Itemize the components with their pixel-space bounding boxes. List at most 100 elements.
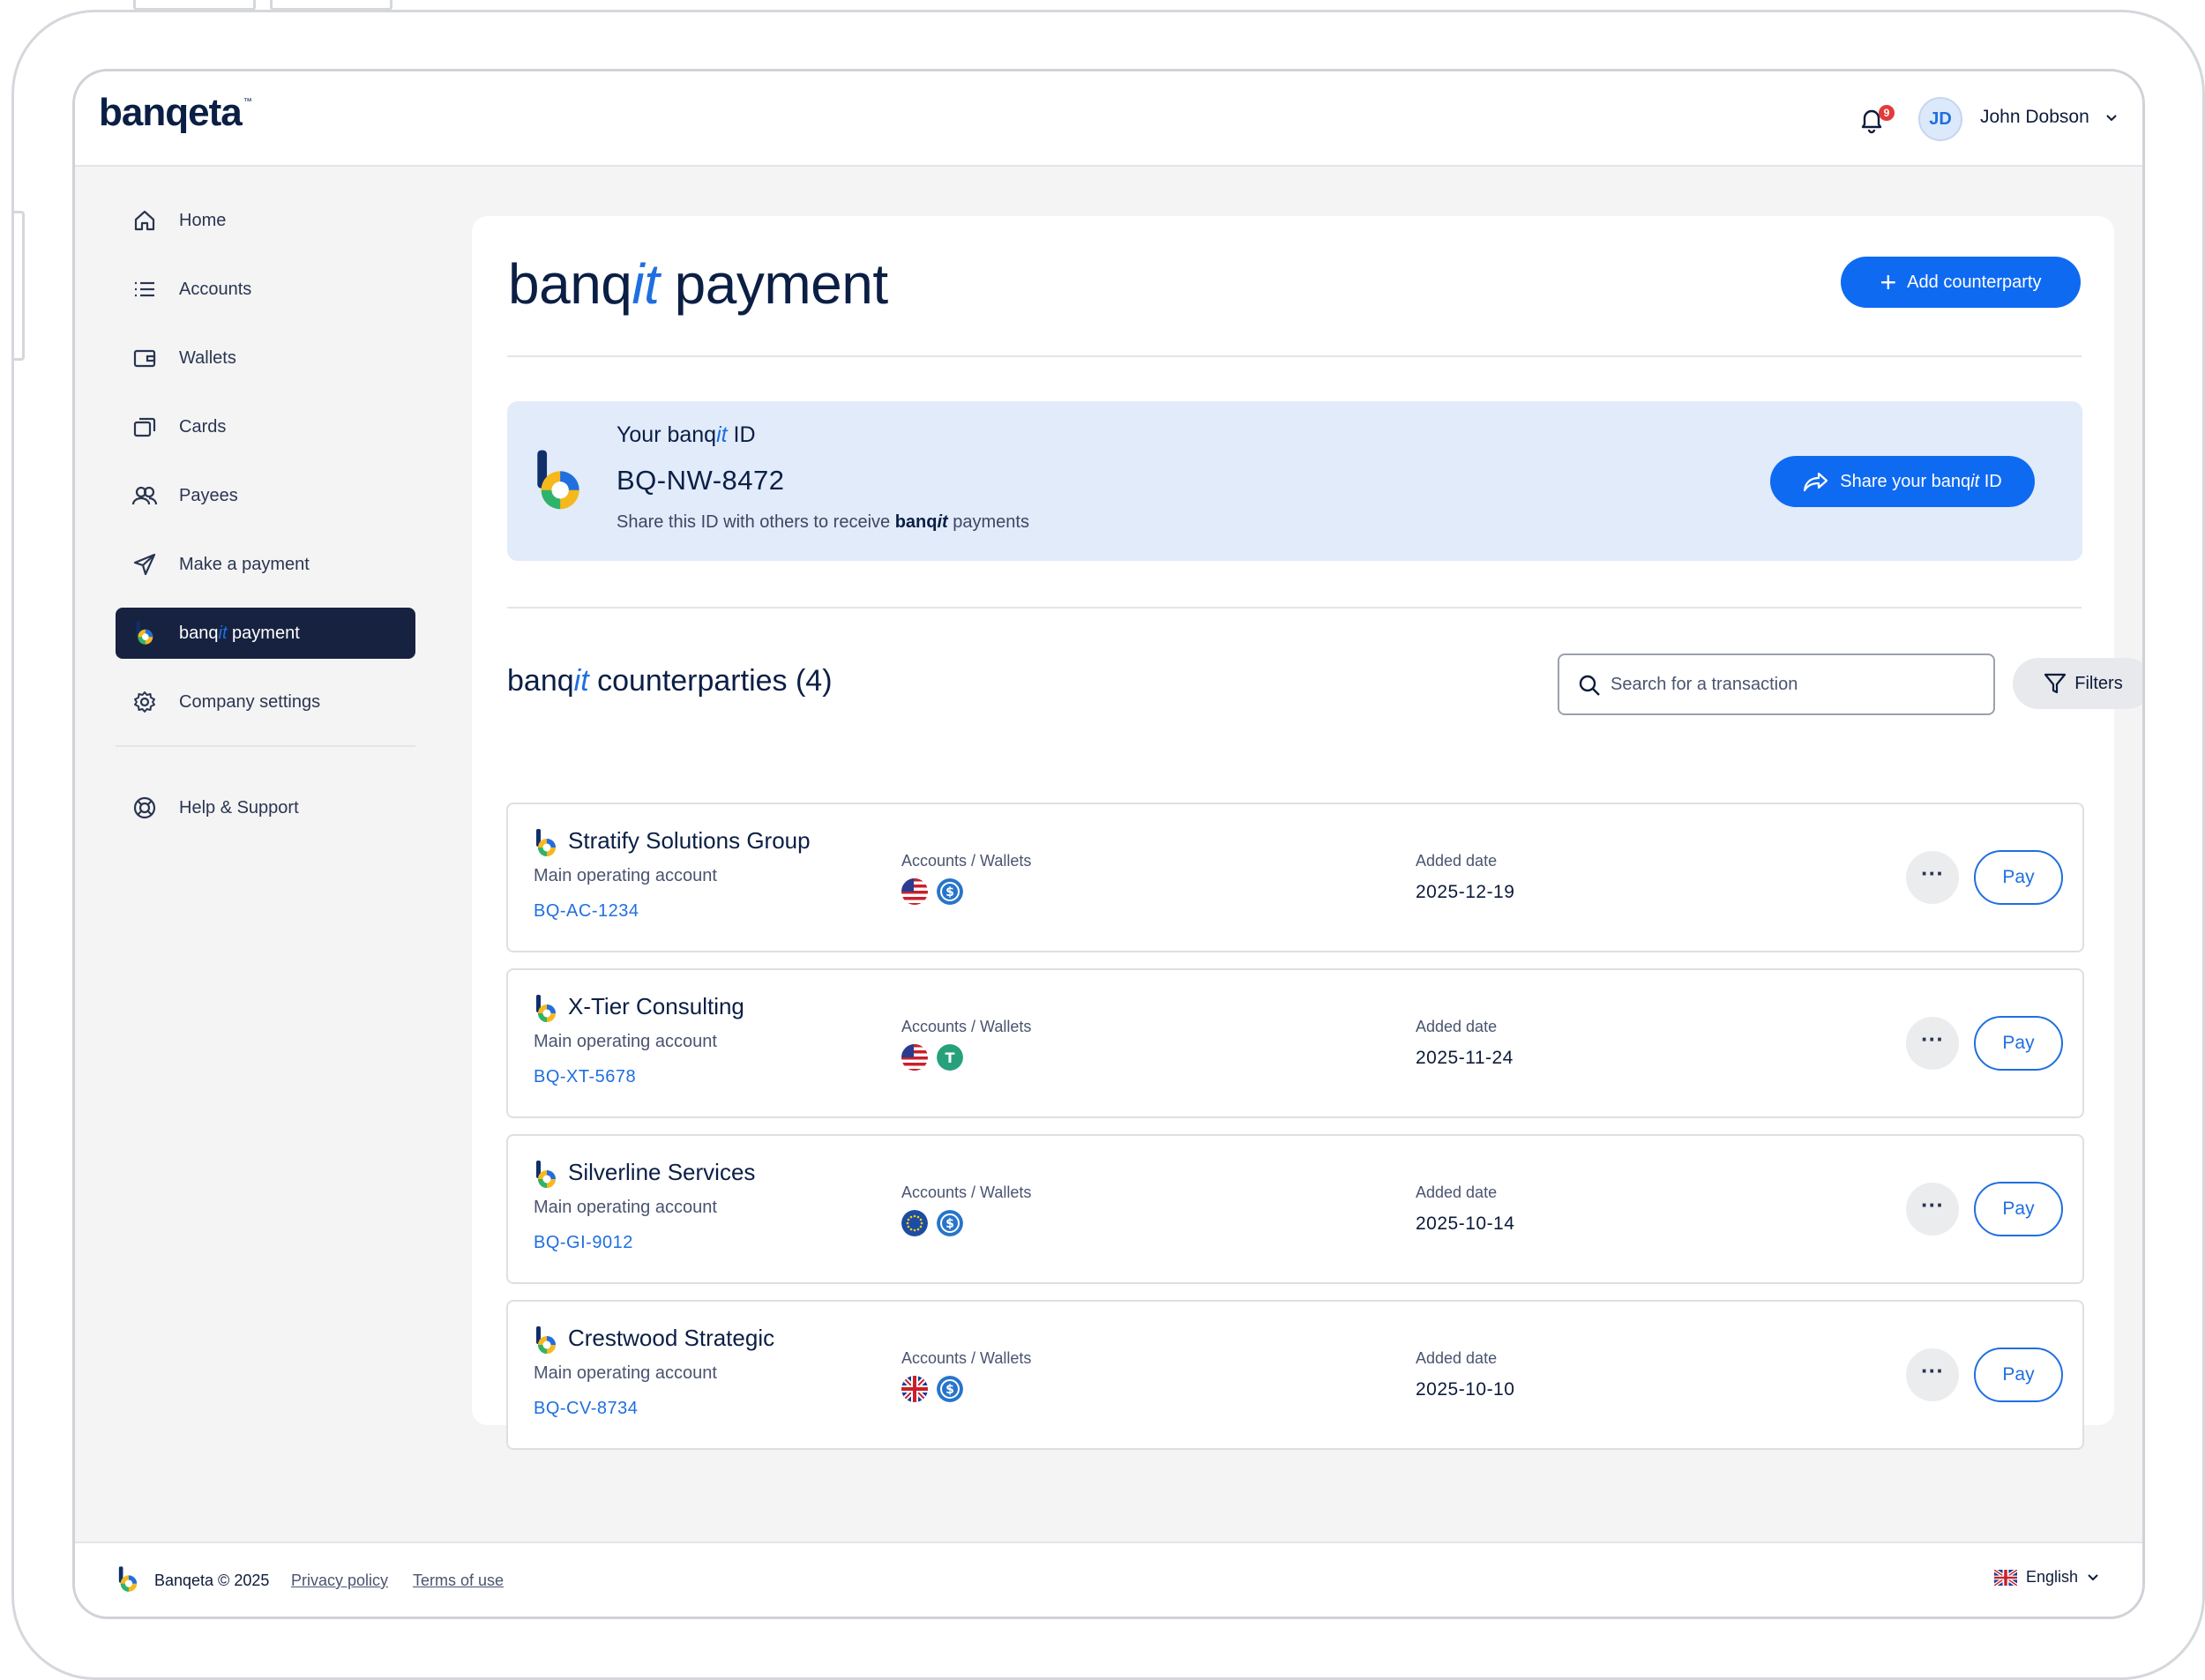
label-part: banq — [179, 623, 219, 643]
sidebar-item-cards[interactable]: Cards — [116, 401, 415, 452]
help-part: payments — [947, 512, 1029, 532]
app-window: banqeta ™ 9 JD John Dobson Home Accounts — [72, 69, 2145, 1619]
counterparty-code[interactable]: BQ-GI-9012 — [534, 1233, 633, 1253]
uk-flag-icon — [901, 1376, 928, 1402]
added-date-label: Added date — [1416, 1018, 1498, 1035]
label-part: ID — [1979, 471, 2002, 491]
gear-icon — [131, 689, 158, 715]
plus-icon: + — [1880, 266, 1897, 298]
counterparty-code[interactable]: BQ-XT-5678 — [534, 1067, 636, 1087]
device-side-button — [14, 211, 25, 361]
sidebar-item-company-settings[interactable]: Company settings — [116, 676, 415, 728]
users-icon — [131, 482, 158, 509]
sidebar: Home Accounts Wallets Cards Payees Make … — [116, 195, 415, 851]
search-box — [1558, 653, 1995, 715]
banqit-logo-icon — [534, 1326, 557, 1355]
tether-icon — [937, 1044, 963, 1071]
help-part: Share this ID with others to receive — [617, 512, 895, 532]
add-counterparty-button[interactable]: + Add counterparty — [1841, 257, 2081, 308]
id-help-text: Share this ID with others to receive ban… — [617, 512, 1029, 533]
more-options-button[interactable]: ··· — [1906, 851, 1959, 904]
copyright: Banqeta © 2025 — [154, 1572, 270, 1589]
list-icon — [131, 276, 158, 302]
banqit-logo-icon — [131, 620, 158, 646]
device-top-button — [133, 0, 256, 11]
account-type: Main operating account — [534, 1032, 717, 1051]
usd-coin-icon — [937, 1210, 963, 1236]
us-flag-icon — [901, 878, 928, 905]
sidebar-item-make-payment[interactable]: Make a payment — [116, 539, 415, 590]
device-top-button — [270, 0, 392, 11]
title-part-italic: it — [573, 664, 589, 698]
pay-button[interactable]: Pay — [1974, 1348, 2063, 1402]
more-options-button[interactable]: ··· — [1906, 1183, 1959, 1236]
sidebar-item-label: Accounts — [179, 279, 252, 299]
accounts-wallets-label: Accounts / Wallets — [901, 1349, 1032, 1367]
banqit-id-value: BQ-NW-8472 — [617, 465, 785, 496]
sidebar-item-label: Make a payment — [179, 554, 310, 574]
logo-trademark: ™ — [243, 97, 252, 107]
help-part: banq — [894, 512, 938, 532]
label-part: ID — [727, 422, 756, 447]
sidebar-divider — [116, 745, 415, 747]
banqit-logo-icon — [534, 1161, 557, 1189]
sidebar-item-home[interactable]: Home — [116, 195, 415, 246]
currency-list — [901, 1044, 972, 1071]
terms-of-use-link[interactable]: Terms of use — [413, 1572, 504, 1590]
banqit-logo-icon — [534, 995, 557, 1023]
counterparty-name: Silverline Services — [568, 1159, 756, 1185]
divider — [507, 607, 2082, 609]
title-part: counterparties (4) — [588, 664, 833, 698]
language-selector[interactable]: English — [1994, 1568, 2099, 1587]
sidebar-item-banqit-payment[interactable]: banqit payment — [116, 608, 415, 659]
banqeta-logo[interactable]: banqeta ™ — [99, 91, 252, 135]
share-banqit-id-button[interactable]: Share your banqit ID — [1770, 456, 2035, 507]
us-flag-icon — [901, 1044, 928, 1071]
avatar[interactable]: JD — [1918, 97, 1962, 141]
banqit-logo-icon — [534, 829, 557, 857]
footer: Banqeta © 2025 Privacy policy Terms of u… — [75, 1542, 2142, 1617]
title-part: banq — [508, 252, 632, 316]
sidebar-item-label: Help & Support — [179, 797, 299, 818]
pay-button[interactable]: Pay — [1974, 850, 2063, 905]
added-date-label: Added date — [1416, 1349, 1498, 1367]
filter-icon — [2044, 673, 2067, 694]
banqit-logo-icon — [117, 1566, 138, 1593]
sidebar-item-accounts[interactable]: Accounts — [116, 264, 415, 315]
label-part-italic: it — [716, 422, 728, 447]
usd-coin-icon — [937, 1376, 963, 1402]
counterparty-name: X-Tier Consulting — [568, 993, 744, 1019]
user-name[interactable]: John Dobson — [1980, 107, 2089, 128]
pay-button[interactable]: Pay — [1974, 1016, 2063, 1071]
filters-button[interactable]: Filters — [2013, 658, 2142, 709]
sidebar-item-help-support[interactable]: Help & Support — [116, 782, 415, 833]
more-options-button[interactable]: ··· — [1906, 1348, 1959, 1401]
top-bar: banqeta ™ 9 JD John Dobson — [75, 71, 2142, 167]
title-part: payment — [659, 252, 888, 316]
help-part-italic: it — [937, 512, 948, 532]
lifebuoy-icon — [131, 795, 158, 821]
counterparty-code[interactable]: BQ-AC-1234 — [534, 901, 639, 922]
more-options-button[interactable]: ··· — [1906, 1017, 1959, 1070]
sidebar-item-payees[interactable]: Payees — [116, 470, 415, 521]
pay-button[interactable]: Pay — [1974, 1182, 2063, 1236]
search-input[interactable] — [1611, 664, 1981, 705]
privacy-policy-link[interactable]: Privacy policy — [291, 1572, 388, 1590]
account-type: Main operating account — [534, 1198, 717, 1217]
account-type: Main operating account — [534, 866, 717, 885]
sidebar-item-wallets[interactable]: Wallets — [116, 332, 415, 384]
title-part: banq — [507, 664, 574, 698]
banqit-id-card: Your banqit ID BQ-NW-8472 Share this ID … — [507, 401, 2082, 561]
counterparties-title: banqit counterparties (4) — [507, 664, 833, 698]
counterparty-name: Stratify Solutions Group — [568, 827, 811, 854]
counterparty-code[interactable]: BQ-CV-8734 — [534, 1399, 638, 1419]
title-part-italic: it — [632, 252, 660, 316]
filters-label: Filters — [2074, 673, 2123, 693]
label-part-italic: it — [1970, 471, 1980, 491]
sidebar-item-label: Home — [179, 210, 227, 230]
chevron-down-icon[interactable] — [2105, 112, 2118, 124]
added-date: 2025-12-19 — [1416, 882, 1515, 902]
notification-badge: 9 — [1879, 105, 1895, 121]
currency-list — [901, 1210, 972, 1236]
accounts-wallets-label: Accounts / Wallets — [901, 852, 1032, 870]
